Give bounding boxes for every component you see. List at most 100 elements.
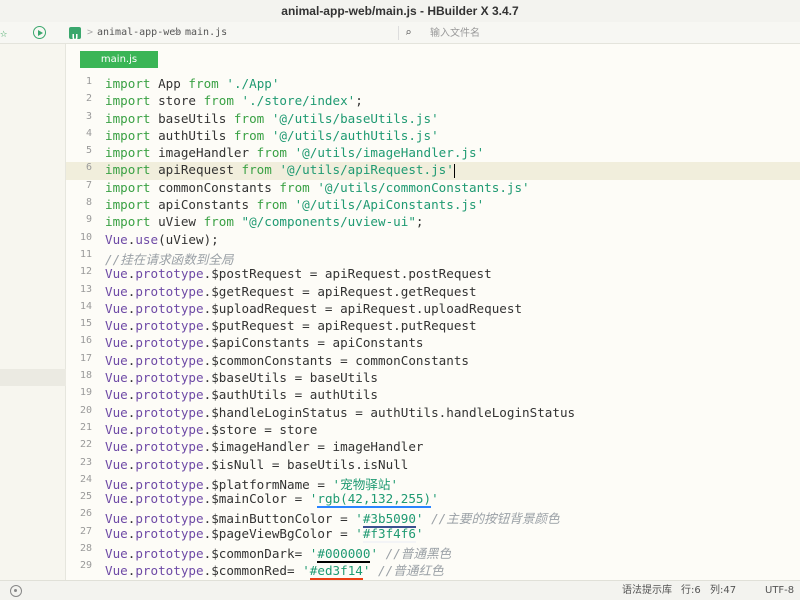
code-token: $commonConstants = commonConstants [211,352,469,368]
status-bar: 语法提示库 行:6 列:47 UTF-8 [0,580,800,600]
text-cursor [453,163,455,178]
code-token: from [203,93,234,109]
file-encoding[interactable]: UTF-8 [765,581,794,600]
line-number: 19 [79,387,92,399]
code-token: Vue [105,476,128,492]
code-token: ' [302,563,310,579]
code-token: prototype [135,300,204,316]
code-token: import [105,145,151,161]
star-icon[interactable]: ☆ [0,22,12,44]
notification-icon[interactable] [10,585,22,597]
code-line[interactable]: 3 import baseUtils from '@/utils/baseUtil… [66,111,800,128]
code-line[interactable]: 4 import authUtils from '@/utils/authUtil… [66,128,800,145]
code-token: ' [370,546,379,562]
run-icon[interactable] [33,26,46,39]
cursor-line[interactable]: 行:6 [681,581,701,600]
line-number: 9 [85,214,92,226]
code-text: import commonConstants from '@/utils/com… [105,180,530,195]
code-line[interactable]: 27 Vue.prototype.$pageViewBgColor = '#f3f… [66,525,800,543]
code-line[interactable]: 29 Vue.prototype.$commonRed= '#ed3f14' //… [66,560,800,580]
breadcrumb-project[interactable]: animal-app-web [97,22,181,44]
code-token: import [105,110,151,126]
code-editor[interactable]: 1 import App from './App' 2 import store fr… [66,76,800,580]
code-line[interactable]: 26 Vue.prototype.$mainButtonColor = '#3b5… [66,508,800,529]
code-text: //挂在请求函数到全局 [105,249,234,268]
code-token: prototype [135,318,204,334]
code-line[interactable]: 10 Vue.use(uView); [66,232,800,249]
code-line[interactable]: 15 Vue.prototype.$putRequest = apiRequest… [66,318,800,335]
code-line[interactable]: 23 Vue.prototype.$isNull = baseUtils.isNu… [66,457,800,474]
code-line[interactable]: 21 Vue.prototype.$store = store [66,422,800,439]
code-token: $apiConstants = apiConstants [211,335,424,351]
line-number: 14 [79,300,92,312]
code-token: prototype [135,335,204,351]
code-line[interactable]: 7 import commonConstants from '@/utils/co… [66,180,800,197]
code-line[interactable]: 11 //挂在请求函数到全局 [66,249,800,268]
code-token: imageHandler [150,145,257,161]
code-token: './App' [226,76,280,91]
code-token: from [256,197,287,213]
code-line[interactable]: 8 import apiConstants from '@/utils/ApiCo… [66,197,800,214]
code-line[interactable]: 5 import imageHandler from '@/utils/image… [66,145,800,162]
code-token: '@/utils/authUtils.js' [271,127,439,143]
code-line[interactable]: 6 import apiRequest from '@/utils/apiRequ… [66,162,800,180]
code-line[interactable]: 24 Vue.prototype.$platformName = '宠物驿站' [66,473,800,492]
code-line[interactable]: 14 Vue.prototype.$uploadRequest = apiRequ… [66,301,800,318]
code-line[interactable]: 16 Vue.prototype.$apiConstants = apiConst… [66,335,800,352]
code-text: import apiConstants from '@/utils/ApiCon… [105,197,484,212]
code-token: '@/utils/ApiConstants.js' [294,197,485,213]
code-line[interactable]: 22 Vue.prototype.$imageHandler = imageHan… [66,439,800,456]
code-line[interactable]: 17 Vue.prototype.$commonConstants = commo… [66,353,800,370]
code-line[interactable]: 12 Vue.prototype.$postRequest = apiReques… [66,266,800,283]
code-line[interactable]: 1 import App from './App' [66,76,800,93]
breadcrumb-file[interactable]: main.js [185,22,227,44]
code-token: prototype [135,370,204,386]
code-token: prototype [135,404,204,420]
code-token: prototype [135,511,204,527]
line-number: 22 [79,439,92,451]
cursor-column[interactable]: 列:47 [710,581,736,600]
code-token: from [233,127,265,143]
color-value: #f3f4f6 [362,525,416,543]
code-token: store [150,93,204,109]
code-text: Vue.prototype.$pageViewBgColor = '#f3f4f… [105,525,424,543]
code-token: $authUtils = authUtils [211,387,378,403]
code-token: $postRequest = apiRequest.postRequest [211,266,492,282]
code-token: from [233,110,265,126]
code-token: prototype [135,387,204,403]
code-line[interactable]: 25 Vue.prototype.$mainColor = 'rgb(42,132… [66,491,800,509]
line-number: 8 [85,197,92,209]
code-line[interactable]: 18 Vue.prototype.$baseUtils = baseUtils [66,370,800,387]
code-line[interactable]: 28 Vue.prototype.$commonDark= '#000000' /… [66,543,800,564]
code-token: Vue [105,421,128,437]
code-line[interactable]: 20 Vue.prototype.$handleLoginStatus = aut… [66,405,800,422]
code-token: prototype [135,266,204,282]
code-token: prototype [135,456,204,472]
code-token: Vue [105,456,128,472]
line-number: 1 [85,76,92,87]
syntax-hint-library[interactable]: 语法提示库 [622,581,672,600]
code-token: $commonRed= [211,563,303,579]
left-sidebar[interactable] [0,44,66,580]
code-line[interactable]: 13 Vue.prototype.$getRequest = apiRequest… [66,284,800,301]
code-token: from [188,76,219,91]
code-token: Vue [105,525,128,541]
code-token: Vue [105,231,128,247]
code-line[interactable]: 19 Vue.prototype.$authUtils = authUtils [66,387,800,404]
line-number: 24 [79,473,92,485]
code-line[interactable]: 9 import uView from "@/components/uview-u… [66,214,800,231]
file-search-input[interactable] [424,24,794,42]
code-token: //普通红色 [370,563,444,579]
code-token: '@/utils/commonConstants.js' [317,179,530,195]
code-line[interactable]: 2 import store from './store/index'; [66,93,800,110]
code-token: Vue [105,563,128,579]
code-token: Vue [105,300,128,316]
tab-main-js[interactable]: main.js [80,51,158,68]
code-token: ' [355,511,363,527]
code-text: Vue.prototype.$imageHandler = imageHandl… [105,439,424,454]
breadcrumb-separator: > [87,27,94,38]
line-number: 23 [79,456,92,468]
code-token: //挂在请求函数到全局 [105,251,234,267]
